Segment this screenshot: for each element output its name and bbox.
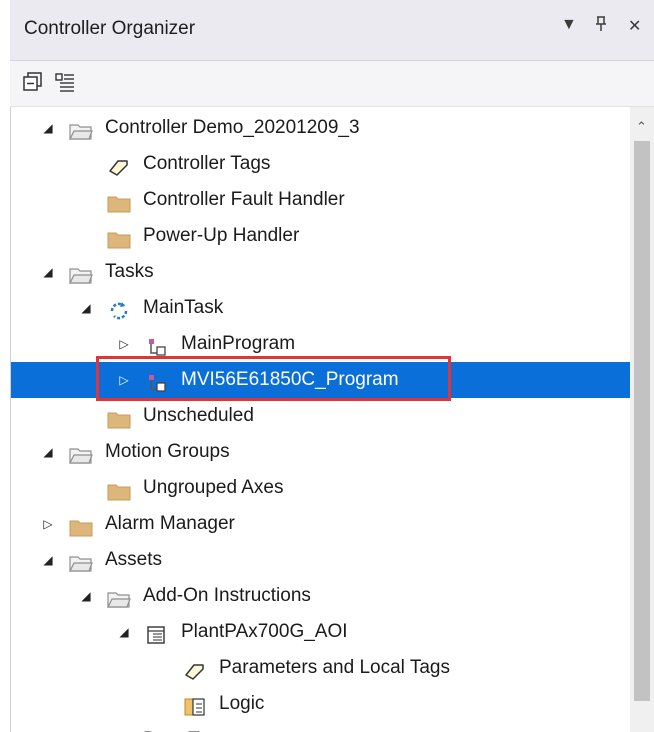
tree-item[interactable]: ◢ Data Types bbox=[11, 722, 631, 732]
tree-item[interactable]: Ungrouped Axes bbox=[11, 470, 631, 506]
tag-icon bbox=[107, 154, 131, 176]
collapse-arrow-icon[interactable]: ◢ bbox=[41, 254, 55, 290]
collapse-arrow-icon[interactable]: ◢ bbox=[41, 110, 55, 146]
collapse-arrow-icon[interactable]: ◢ bbox=[79, 578, 93, 614]
collapse-arrow-icon[interactable]: ◢ bbox=[41, 542, 55, 578]
panel-title: Controller Organizer bbox=[24, 18, 196, 39]
organizer-toolbar bbox=[10, 61, 654, 107]
open-folder-icon bbox=[107, 586, 131, 608]
open-folder-icon bbox=[69, 442, 93, 464]
collapse-all-icon[interactable] bbox=[22, 71, 46, 95]
tree-item-label: Ungrouped Axes bbox=[143, 477, 284, 498]
scrollbar-thumb[interactable] bbox=[634, 141, 650, 701]
tree-item[interactable]: ◢ PlantPAx700G_AOI bbox=[11, 614, 631, 650]
tree-item[interactable]: ◢ Assets bbox=[11, 542, 631, 578]
tree-item[interactable]: ◢ MainTask bbox=[11, 290, 631, 326]
folder-icon bbox=[107, 478, 131, 501]
collapse-arrow-icon[interactable]: ◢ bbox=[79, 290, 93, 326]
pin-icon[interactable] bbox=[594, 16, 608, 37]
folder-icon bbox=[107, 226, 131, 249]
tree-item-label: Data Types bbox=[143, 722, 239, 732]
tree-item[interactable]: ◢ Controller Demo_20201209_3 bbox=[11, 110, 631, 146]
tree-item-label: Logic bbox=[219, 693, 265, 714]
tree-item[interactable]: ◢ Tasks bbox=[11, 254, 631, 290]
tree-item-label: Add-On Instructions bbox=[143, 585, 311, 606]
tree-item[interactable]: Power-Up Handler bbox=[11, 218, 631, 254]
tree-item-label: Parameters and Local Tags bbox=[219, 657, 450, 678]
organizer-tree: ◢ Controller Demo_20201209_3 Controller Ta… bbox=[10, 107, 631, 732]
folder-icon bbox=[107, 406, 131, 429]
tree-item-label: Unscheduled bbox=[143, 405, 254, 426]
program-icon bbox=[145, 370, 169, 392]
tree-item-label: Assets bbox=[105, 549, 163, 570]
folder-icon bbox=[107, 190, 131, 213]
collapse-arrow-icon[interactable]: ◢ bbox=[79, 722, 93, 732]
collapse-arrow-icon[interactable]: ◢ bbox=[41, 434, 55, 470]
tree-item-label: MainProgram bbox=[181, 333, 296, 354]
expand-arrow-icon[interactable]: ▷ bbox=[41, 506, 55, 542]
tree-item-label: Controller Fault Handler bbox=[143, 189, 345, 210]
scroll-up-icon[interactable]: ⌃ bbox=[636, 119, 647, 135]
tag-icon bbox=[183, 658, 207, 680]
properties-list-icon[interactable] bbox=[54, 71, 78, 95]
continuous-task-icon bbox=[107, 298, 131, 320]
tree-item-label: Tasks bbox=[105, 261, 154, 282]
panel-title-bar: Controller Organizer ▼ ✕ bbox=[10, 0, 654, 61]
aoi-icon bbox=[145, 622, 169, 644]
expand-arrow-icon[interactable]: ▷ bbox=[117, 326, 131, 362]
tree-item[interactable]: Logic bbox=[11, 686, 631, 722]
vertical-scrollbar[interactable]: ⌃ bbox=[630, 107, 654, 732]
folder-icon bbox=[69, 514, 93, 537]
tree-item[interactable]: Unscheduled bbox=[11, 398, 631, 434]
open-folder-icon bbox=[69, 118, 93, 140]
open-folder-icon bbox=[69, 262, 93, 284]
controller-organizer-panel: Controller Organizer ▼ ✕ ◢ Controller De… bbox=[0, 0, 654, 732]
tree-item[interactable]: ▷ Alarm Manager bbox=[11, 506, 631, 542]
tree-item-label: Alarm Manager bbox=[105, 513, 235, 534]
collapse-arrow-icon[interactable]: ◢ bbox=[117, 614, 131, 650]
tree-item[interactable]: Controller Tags bbox=[11, 146, 631, 182]
tree-item-label: Motion Groups bbox=[105, 441, 230, 462]
tree-item[interactable]: ◢ Add-On Instructions bbox=[11, 578, 631, 614]
tree-item[interactable]: Controller Fault Handler bbox=[11, 182, 631, 218]
close-icon[interactable]: ✕ bbox=[628, 16, 641, 36]
tree-item-label: Controller Demo_20201209_3 bbox=[105, 117, 360, 138]
tree-item[interactable]: ▷ MVI56E61850C_Program bbox=[11, 362, 631, 398]
tree-item-label: MVI56E61850C_Program bbox=[181, 369, 399, 390]
tree-item[interactable]: ▷ MainProgram bbox=[11, 326, 631, 362]
tree-item-label: MainTask bbox=[143, 297, 224, 318]
tree-item-label: Controller Tags bbox=[143, 153, 271, 174]
logic-icon bbox=[183, 694, 207, 716]
tree-item[interactable]: ◢ Motion Groups bbox=[11, 434, 631, 470]
program-icon bbox=[145, 334, 169, 356]
tree-item[interactable]: Parameters and Local Tags bbox=[11, 650, 631, 686]
tree-item-label: Power-Up Handler bbox=[143, 225, 300, 246]
expand-arrow-icon[interactable]: ▷ bbox=[117, 362, 131, 398]
tree-item-label: PlantPAx700G_AOI bbox=[181, 621, 348, 642]
dropdown-arrow-icon[interactable]: ▼ bbox=[561, 16, 577, 34]
open-folder-icon bbox=[69, 550, 93, 572]
